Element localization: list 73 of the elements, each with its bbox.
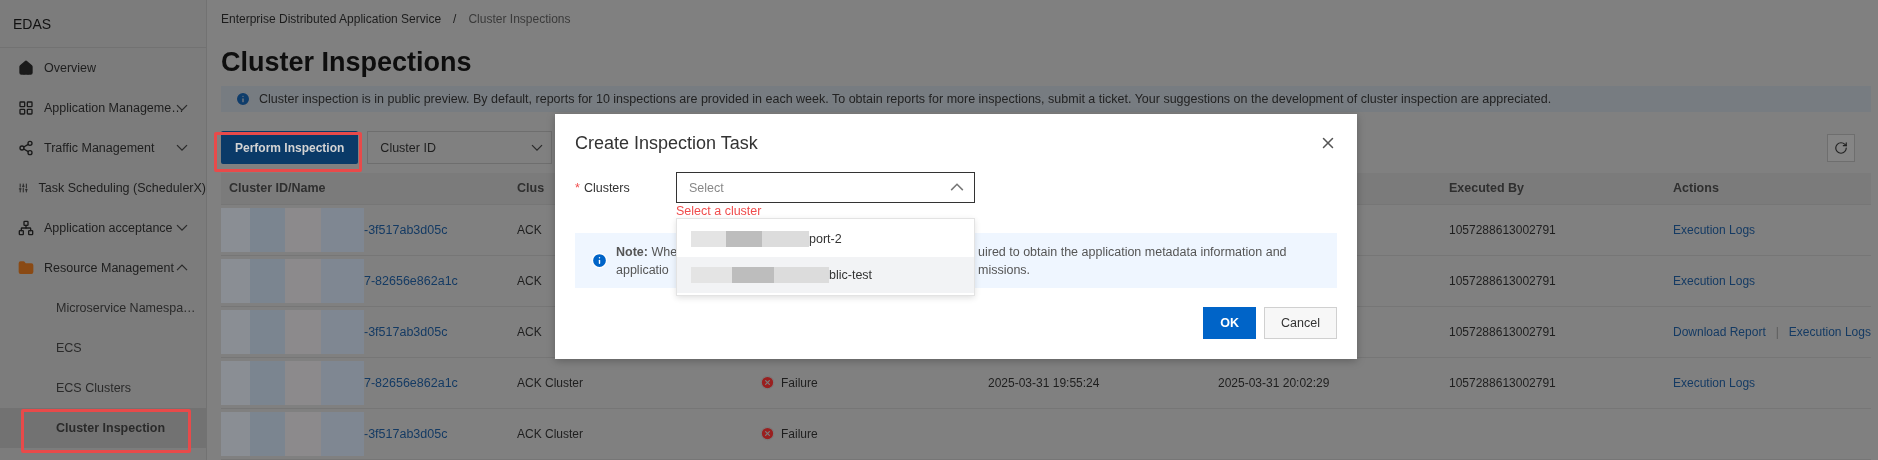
info-icon (235, 91, 251, 108)
refresh-button[interactable] (1826, 133, 1855, 162)
perform-inspection-button[interactable]: Perform Inspection (221, 131, 359, 165)
required-mark: * (575, 180, 580, 195)
action-link[interactable]: Execution Logs (1673, 376, 1756, 390)
action-link[interactable]: Execution Logs (1788, 325, 1871, 339)
failure-icon (760, 375, 775, 391)
chevron-up-icon (950, 183, 964, 192)
nav-item[interactable]: Application acceptance (0, 208, 206, 248)
nav-item[interactable]: Traffic Management (0, 128, 206, 168)
cluster-id-link[interactable]: -3f517ab3d05c (364, 325, 448, 339)
nav-item[interactable]: Resource Management (0, 248, 206, 288)
nav-item[interactable]: Microservice Namespa… (0, 288, 206, 328)
info-icon (591, 252, 608, 269)
note-text: missions. (978, 262, 1032, 277)
refresh-icon (1833, 140, 1848, 155)
action-link[interactable]: Download Report (1673, 325, 1766, 339)
dropdown-option[interactable]: blic-test (677, 257, 974, 293)
cluster-id-link[interactable]: -3f517ab3d05c (364, 223, 448, 237)
column-header: Clus (517, 181, 545, 196)
error-text: Select a cluster (676, 203, 763, 219)
failure-icon (760, 426, 775, 442)
nav-item[interactable]: Task Scheduling (SchedulerX) (0, 168, 206, 208)
action-link[interactable]: Execution Logs (1673, 274, 1756, 288)
chevron-down-icon (531, 144, 544, 152)
table-cell: ACK Cluster (517, 376, 584, 390)
column-header: Cluster ID/Name (228, 181, 326, 196)
status-text: Failure (781, 376, 818, 390)
share-nodes-icon (18, 140, 34, 156)
breadcrumb-item[interactable]: Cluster Inspections (468, 12, 571, 27)
table-cell: 1057288613002791 (1449, 223, 1556, 237)
table-cell: ACK Cluster (517, 427, 584, 441)
nav-item[interactable]: Application Manageme… (0, 88, 206, 128)
page-title: Cluster Inspections (221, 46, 473, 80)
note-text: applicatio (616, 262, 670, 277)
table-cell: ACK (517, 274, 542, 288)
field-label: Clusters (583, 180, 630, 195)
table-cell: 2025-03-31 19:55:24 (988, 376, 1100, 390)
ok-button[interactable]: OK (1203, 307, 1257, 339)
note-text: uired to obtain the application metadata information and (978, 244, 1287, 259)
dropdown-option[interactable]: port-2 (677, 221, 974, 257)
column-header: Actions (1673, 181, 1719, 196)
filter-select[interactable]: Cluster ID (367, 131, 553, 165)
nav-item[interactable]: ECS (0, 328, 206, 368)
notice-text: Cluster inspection is in public preview. By default, reports for 10 inspections are provided in each week. To obtain reports for more inspections, submit a ticket. Your suggestions on the development of cluster inspection are appreciated. (259, 92, 1552, 107)
cluster-select[interactable]: Select (676, 172, 975, 203)
cluster-id-link[interactable]: -3f517ab3d05c (364, 427, 448, 441)
table-cell: 1057288613002791 (1449, 325, 1556, 339)
breadcrumb-item[interactable]: Enterprise Distributed Application Service (221, 12, 442, 27)
sidebar-title: EDAS (0, 0, 206, 48)
note-text: Note: Whe (616, 244, 678, 259)
nav-item[interactable]: ECS Clusters (0, 368, 206, 408)
table-cell: 1057288613002791 (1449, 376, 1556, 390)
status-text: Failure (781, 427, 818, 441)
breadcrumb-separator: / (453, 12, 457, 27)
cluster-id-link[interactable]: 7-82656e862a1c (364, 376, 458, 390)
table-cell: ACK (517, 223, 542, 237)
table-cell: ACK (517, 325, 542, 339)
table-cell: 1057288613002791 (1449, 274, 1556, 288)
dialog-title: Create Inspection Task (575, 132, 758, 154)
cluster-id-link[interactable]: 7-82656e862a1c (364, 274, 458, 288)
cancel-button[interactable]: Cancel (1264, 307, 1337, 339)
sliders-icon (18, 180, 29, 196)
table-cell: 2025-03-31 20:02:29 (1218, 376, 1330, 390)
grid-icon (18, 100, 34, 116)
home-icon (18, 60, 34, 76)
nav-item[interactable]: Overview (0, 48, 206, 88)
select-input[interactable]: Select (689, 173, 929, 202)
action-separator: | (1775, 325, 1779, 339)
folder-icon (18, 260, 34, 276)
column-header: Executed By (1449, 181, 1525, 196)
action-link[interactable]: Execution Logs (1673, 223, 1756, 237)
hierarchy-icon (18, 220, 34, 236)
